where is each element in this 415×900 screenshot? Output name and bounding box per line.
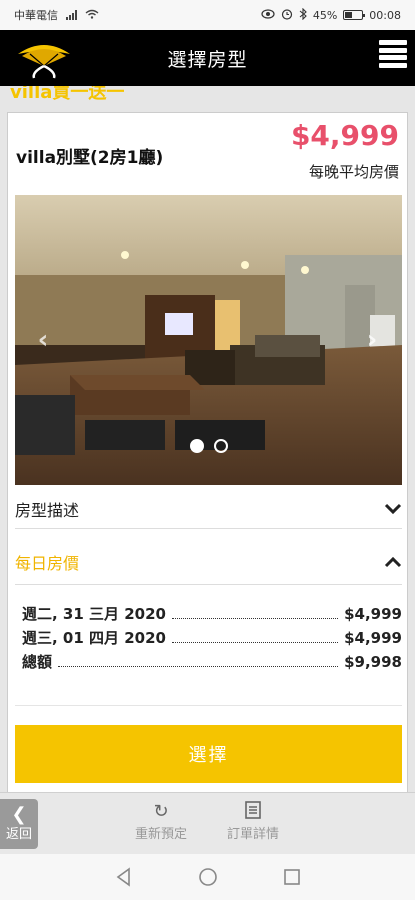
daily-rate-row: 週二, 31 三月 2020 $4,999	[22, 603, 402, 627]
eye-icon	[261, 8, 275, 22]
room-name: villa別墅(2房1廳)	[16, 148, 164, 168]
rebook-button[interactable]: ↻ 重新預定	[126, 801, 196, 842]
signal-icon	[66, 10, 77, 20]
carousel-dot[interactable]	[213, 439, 228, 453]
carousel-dots	[15, 439, 402, 453]
rate-date: 週二, 31 三月 2020	[22, 605, 166, 623]
carrier-label: 中華電信	[14, 9, 58, 22]
chevron-down-icon	[384, 503, 402, 514]
leader-dots	[172, 618, 339, 619]
list-icon	[245, 801, 261, 823]
rebook-label: 重新預定	[134, 827, 187, 842]
divider	[15, 705, 402, 706]
app-header: 選擇房型	[0, 30, 415, 86]
status-bar: 中華電信 45% 00:08	[0, 0, 415, 30]
chevron-up-icon	[384, 556, 402, 567]
back-button[interactable]: ❮ 返回	[0, 799, 38, 849]
rate-amount: $4,999	[344, 605, 402, 623]
room-card: villa別墅(2房1廳) $4,999 每晚平均房價 ‹ › 房型描述 每日房…	[7, 112, 408, 792]
room-description-label: 房型描述	[15, 500, 80, 520]
wifi-icon	[85, 9, 99, 22]
leader-dots	[172, 642, 339, 643]
total-row: 總額 $9,998	[22, 651, 402, 675]
select-room-button[interactable]: 選擇	[15, 725, 402, 783]
daily-price-toggle[interactable]: 每日房價	[15, 539, 402, 585]
page-title: 選擇房型	[167, 48, 248, 71]
bottom-toolbar: ❮ 返回 ↻ 重新預定 訂單詳情	[0, 792, 415, 854]
back-label: 返回	[5, 826, 32, 842]
refresh-icon: ↻	[153, 801, 169, 822]
bluetooth-icon	[299, 7, 307, 23]
price-note: 每晚平均房價	[308, 163, 399, 181]
room-photo-carousel[interactable]: ‹ ›	[15, 195, 402, 485]
rate-amount: $4,999	[344, 629, 402, 647]
clock: 00:08	[369, 8, 401, 22]
order-details-button[interactable]: 訂單詳情	[218, 801, 288, 842]
rate-date: 週三, 01 四月 2020	[22, 629, 166, 647]
promo-heading: villa買一送一	[10, 86, 125, 103]
battery-level-fill	[345, 12, 353, 18]
battery-percent: 45%	[312, 8, 338, 22]
chevron-left-icon: ❮	[11, 803, 27, 825]
total-label: 總額	[22, 653, 53, 671]
system-nav-bar	[0, 854, 415, 900]
total-amount: $9,998	[344, 653, 402, 671]
daily-price-label: 每日房價	[15, 553, 80, 573]
battery-icon	[343, 10, 366, 20]
daily-rate-row: 週三, 01 四月 2020 $4,999	[22, 627, 402, 651]
room-description-toggle[interactable]: 房型描述	[15, 489, 402, 529]
carousel-dot[interactable]	[189, 439, 204, 453]
alarm-icon	[281, 8, 293, 23]
nav-home-icon[interactable]	[197, 866, 219, 888]
main-content: villa買一送一 villa別墅(2房1廳) $4,999 每晚平均房價 ‹ …	[0, 86, 415, 792]
daily-rate-list: 週二, 31 三月 2020 $4,999 週三, 01 四月 2020 $4,…	[22, 603, 402, 675]
nav-recents-icon[interactable]	[281, 866, 303, 888]
order-details-label: 訂單詳情	[226, 827, 279, 842]
leader-dots	[58, 666, 339, 667]
carousel-next-icon[interactable]: ›	[362, 325, 382, 355]
nav-back-icon[interactable]	[113, 866, 135, 888]
carousel-prev-icon[interactable]: ‹	[33, 325, 53, 355]
room-price: $4,999	[290, 119, 399, 152]
brand-logo[interactable]	[12, 36, 76, 80]
menu-icon[interactable]	[379, 40, 407, 68]
